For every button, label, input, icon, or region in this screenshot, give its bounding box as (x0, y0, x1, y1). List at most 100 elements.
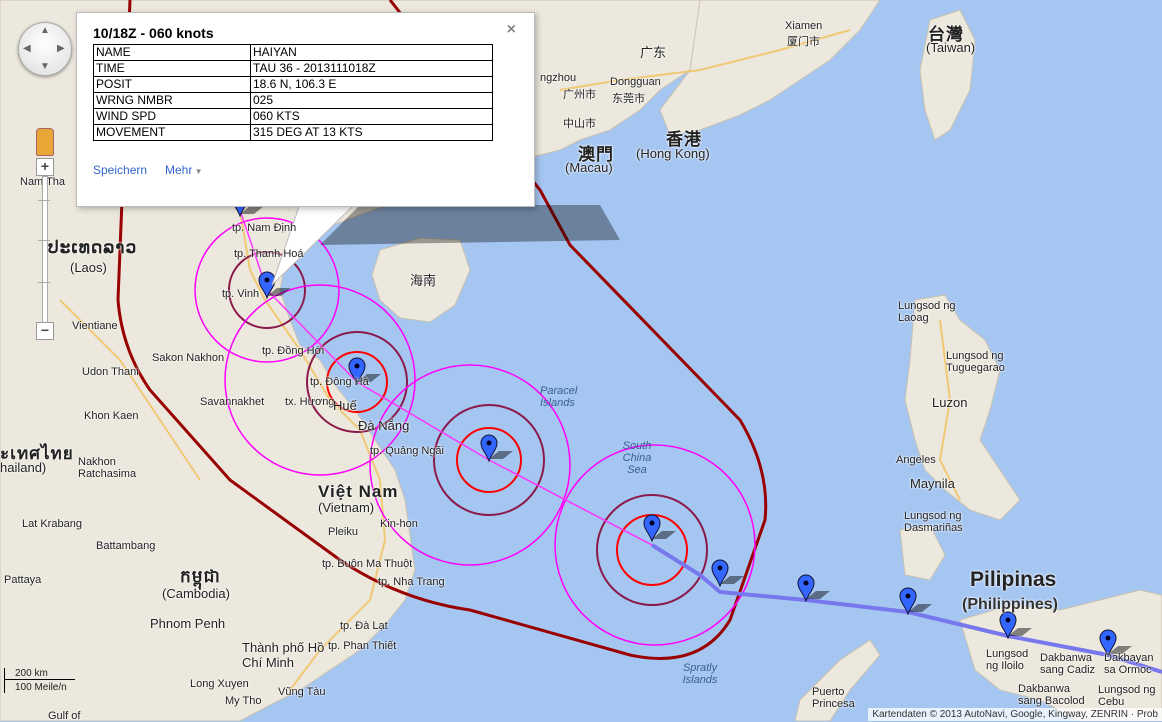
label-pattaya: Pattaya (4, 574, 42, 586)
chevron-down-icon: ▼ (192, 167, 203, 176)
zoom-in-button[interactable]: + (36, 158, 54, 176)
label-paracel: Paracel Islands (540, 385, 578, 409)
label-macau-en: (Macau) (565, 160, 613, 175)
label-vientiane: Vientiane (72, 320, 118, 332)
label-guangzhou-cn: 广州市 (563, 89, 596, 101)
label-dongguan: Dongguan (610, 76, 661, 88)
info-row: NAME HAIYAN (93, 44, 493, 61)
label-taiwan-en: (Taiwan) (926, 40, 976, 55)
info-key: NAME (93, 44, 251, 61)
label-thailand: hailand) (0, 460, 47, 475)
label-tuguegarao: Lungsod ng Tuguegarao (946, 350, 1005, 374)
label-vung-tau: Vũng Tàu (278, 686, 326, 698)
zoom-slider[interactable] (42, 176, 48, 324)
pan-control[interactable]: ▲ ▼ ◀ ▶ (18, 22, 72, 76)
label-south-china-sea: South China Sea (622, 440, 652, 476)
label-hainan: 海南 (410, 273, 437, 288)
label-xiamen: Xiamen (785, 20, 823, 32)
label-laos: (Laos) (70, 260, 107, 275)
info-window: 10/18Z - 060 knots × NAME HAIYAN TIME TAU 3… (76, 12, 535, 207)
label-dongguan-cn: 东莞市 (612, 93, 645, 105)
label-pleiku: Pleiku (328, 526, 358, 538)
info-row: TIME TAU 36 - 2013111018Z (93, 60, 493, 77)
label-iloilo: Lungsod ng Iloilo (986, 648, 1029, 672)
label-phnom-penh: Phnom Penh (150, 616, 226, 631)
label-vinh: tp. Vinh (222, 288, 260, 300)
label-vietnam-en: (Vietnam) (318, 500, 375, 515)
info-value: 18.6 N, 106.3 E (250, 76, 493, 93)
label-guangzhou: ngzhou (540, 72, 577, 84)
label-lat-krabang: Lat Krabang (22, 518, 82, 530)
zoom-out-button[interactable]: − (36, 322, 54, 340)
label-pilipinas: Pilipinas (970, 568, 1057, 591)
zoom-tick (38, 240, 50, 241)
label-cambodia: (Cambodia) (162, 586, 230, 601)
label-buon-ma-thuot: tp. Buôn Ma Thuột (322, 558, 413, 570)
map-scale: 200 km 100 Meile/n (4, 668, 75, 693)
info-key: MOVEMENT (93, 124, 251, 141)
scale-miles: 100 Meile/n (4, 680, 75, 693)
label-quang-ngai: tp. Quảng Ngãi (370, 445, 444, 457)
more-link[interactable]: Mehr ▼ (165, 163, 202, 177)
info-value: HAIYAN (250, 44, 493, 61)
pan-down-icon[interactable]: ▼ (40, 62, 50, 72)
label-savannakhet: Savannakhet (200, 396, 265, 408)
label-hcm: Thành phố Hồ Chí Minh (242, 640, 325, 670)
info-value: 025 (250, 92, 493, 109)
map-copyright: Kartendaten © 2013 AutoNavi, Google, Kin… (868, 708, 1162, 721)
label-bacolod: Dakbanwa sang Bacolod (1018, 683, 1085, 707)
label-hue-tp: tx. Hương (285, 396, 335, 408)
label-da-lat: tp. Đà Lạt (340, 620, 388, 632)
info-key: TIME (93, 60, 251, 77)
info-value: 060 KTS (250, 108, 493, 125)
label-battambang: Battambang (96, 540, 156, 552)
label-thanh-hoa: tp. Thanh Hoá (234, 248, 304, 260)
label-hongkong-en: (Hong Kong) (636, 146, 710, 161)
info-value: 315 DEG AT 13 KTS (250, 124, 493, 141)
label-dasmarinas: Lungsod ng Dasmariñas (904, 510, 963, 534)
label-sakon: Sakon Nakhon (152, 352, 225, 364)
label-cadiz: Dakbanwa sang Cadiz (1040, 652, 1096, 676)
label-da-nang: Đà Nẵng (358, 418, 410, 433)
info-value: TAU 36 - 2013111018Z (250, 60, 493, 77)
label-laoag: Lungsod ng Laoag (898, 300, 956, 324)
pan-up-icon[interactable]: ▲ (40, 26, 50, 36)
label-maynila: Maynila (910, 476, 955, 491)
info-row: MOVEMENT 315 DEG AT 13 KTS (93, 124, 493, 141)
label-angeles: Angeles (896, 454, 936, 466)
pan-right-icon[interactable]: ▶ (57, 44, 65, 54)
label-vietnam: Việt Nam (318, 482, 399, 501)
info-row: WIND SPD 060 KTS (93, 108, 493, 125)
label-udon: Udon Thani (82, 366, 139, 378)
label-nam-dinh: tp. Nam Định (232, 222, 297, 234)
info-key: POSIT (93, 76, 251, 93)
label-nha-trang: tp. Nha Trang (378, 576, 445, 588)
label-dong-ha: tp. Đông Hà (310, 376, 369, 388)
info-key: WRNG NMBR (93, 92, 251, 109)
label-cebu: Lungsod ng Cebu (1098, 684, 1156, 708)
label-long-xuyen: Long Xuyen (190, 678, 249, 690)
storm-info-table: NAME HAIYAN TIME TAU 36 - 2013111018Z POSIT 1… (93, 44, 493, 141)
label-gulf: Gulf of (48, 710, 81, 722)
close-icon[interactable]: × (507, 21, 516, 39)
label-luzon: Luzon (932, 395, 968, 410)
label-guangdong: 广东 (640, 45, 667, 60)
street-view-pegman-icon[interactable] (36, 128, 54, 156)
scale-km: 200 km (4, 668, 75, 680)
label-puerto: Puerto Princesa (812, 686, 855, 710)
label-khon-kaen: Khon Kaen (84, 410, 139, 422)
pan-left-icon[interactable]: ◀ (23, 44, 31, 54)
label-xiamen-cn: 厦门市 (787, 36, 820, 48)
label-philippines: (Philippines) (962, 596, 1058, 613)
info-row: POSIT 18.6 N, 106.3 E (93, 76, 493, 93)
zoom-slider-handle[interactable] (38, 282, 50, 283)
label-spratly: Spratly Islands (682, 662, 718, 686)
save-link[interactable]: Speichern (93, 163, 147, 177)
label-my-tho: My Tho (225, 695, 262, 707)
label-kin-hon: Kin-hon (380, 518, 418, 530)
label-ormoc: Dakbayan sa Ormoc (1104, 652, 1154, 676)
info-window-tail-shadow (320, 205, 620, 245)
label-hue: Huế (333, 398, 357, 413)
info-window-title: 10/18Z - 060 knots (93, 25, 214, 41)
label-dong-hoi: tp. Đồng Hới (262, 345, 325, 357)
